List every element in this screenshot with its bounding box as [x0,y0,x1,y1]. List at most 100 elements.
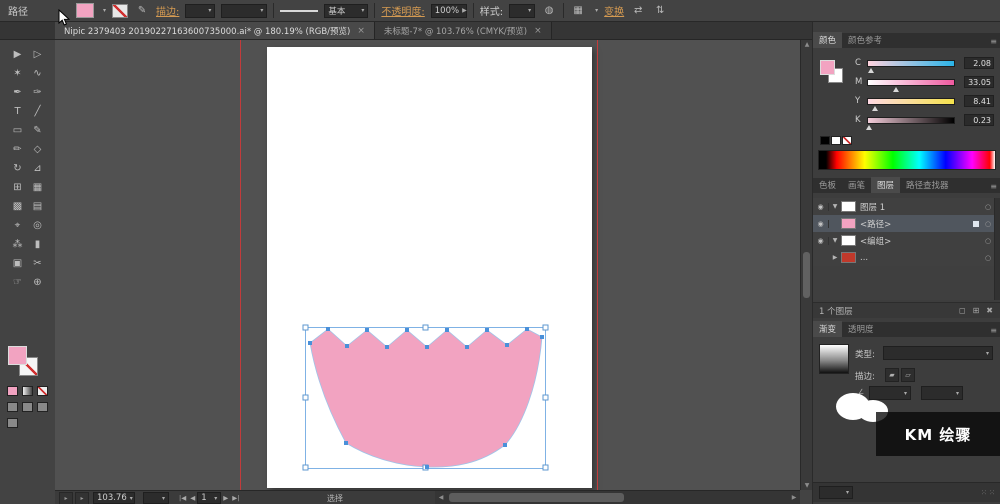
magenta-slider[interactable] [867,79,955,86]
gradient-tool-button[interactable]: ▤ [28,197,48,216]
fill-swatch[interactable] [8,346,27,365]
free-transform-tool-button[interactable]: ▦ [28,178,48,197]
fill-color-swatch[interactable] [76,3,94,18]
anchor-point[interactable] [503,443,507,447]
document-tab-2[interactable]: 未标题-7* @ 103.76% (CMYK/预览) × [375,22,552,39]
mesh-tool-button[interactable]: ▩ [8,197,28,216]
canvas-area[interactable] [55,40,800,490]
variable-width-combo[interactable]: ▾ [221,4,267,18]
visibility-eye-icon[interactable]: ◉ [813,203,829,211]
anchor-point[interactable] [345,344,349,348]
close-icon[interactable]: × [534,26,542,36]
black-slider[interactable] [867,117,955,124]
expand-arrow-icon[interactable]: ▶ [829,254,841,261]
none-mode-button[interactable] [37,386,48,396]
color-mode-button[interactable] [7,386,18,396]
layer-name[interactable]: <路径> [860,218,973,230]
lasso-tool-button[interactable]: ∿ [28,64,48,83]
selection-handle[interactable] [543,465,548,470]
mini-fill-swatch[interactable] [820,60,835,75]
anchor-point[interactable] [485,328,489,332]
anchor-point[interactable] [405,328,409,332]
tab-pathfinder[interactable]: 路径查找器 [900,177,955,193]
slider-handle[interactable] [866,125,872,130]
anchor-point[interactable] [425,465,429,469]
swap-transform-icon[interactable]: ⇄ [630,4,646,18]
selection-handle[interactable] [543,325,548,330]
magic-wand-tool-button[interactable]: ✶ [8,64,28,83]
first-artboard-icon[interactable]: |◀ [179,494,186,502]
brush-definition-combo[interactable]: 基本▾ [324,4,368,18]
tool-hint-combo[interactable]: ▾ [143,492,169,504]
expand-arrow-icon[interactable]: ▼ [829,237,841,244]
tab-gradient[interactable]: 渐变 [813,321,842,337]
anchor-point[interactable] [540,335,544,339]
visibility-eye-icon[interactable]: ◉ [813,220,829,228]
artboard-number-combo[interactable]: 1 ▾ [197,492,221,504]
black-swatch[interactable] [820,136,830,145]
gradient-type-combo[interactable]: ▾ [883,346,993,360]
width-tool-button[interactable]: ⊞ [8,178,28,197]
yellow-value-field[interactable]: 8.41 [964,95,994,107]
document-tab-1[interactable]: Nipic 2379403 20190227163600735000.ai* @… [55,22,375,39]
stroke-pen-icon[interactable]: ✎ [134,4,150,18]
chevron-down-icon[interactable]: ▾ [595,7,598,14]
direct-selection-tool-button[interactable]: ▷ [28,45,48,64]
screen-mode-button[interactable] [7,418,18,428]
shaper-tool-button[interactable]: ◇ [28,140,48,159]
draw-normal-button[interactable] [7,402,18,412]
type-tool-button[interactable]: T [8,102,28,121]
zoom-tool-button[interactable]: ⊕ [28,273,48,292]
color-spectrum-bar[interactable] [818,150,996,170]
layer-row-group[interactable]: ◉ ▼ <编组> ○ [813,232,994,250]
gradient-stroke-within-icon[interactable]: ▰ [885,368,899,382]
tab-swatches[interactable]: 色板 [813,177,842,193]
black-value-field[interactable]: 0.23 [964,114,994,126]
selection-tool-button[interactable]: ▶ [8,45,28,64]
hand-tool-button[interactable]: ☞ [8,273,28,292]
next-artboard-icon[interactable]: ▶ [223,494,228,502]
scroll-left-icon[interactable]: ◀ [435,491,447,504]
new-layer-icon[interactable]: ⊞ [973,306,980,315]
gradient-stroke-along-icon[interactable]: ▱ [901,368,915,382]
selection-handle[interactable] [303,395,308,400]
gradient-angle-combo[interactable]: ▾ [869,386,911,400]
selection-handle[interactable] [303,325,308,330]
rectangle-tool-button[interactable]: ▭ [8,121,28,140]
slider-handle[interactable] [893,87,899,92]
paintbrush-tool-button[interactable]: ✎ [28,121,48,140]
layer-row-sub[interactable]: ▶ ... ○ [813,249,994,267]
draw-behind-button[interactable] [22,402,33,412]
anchor-point[interactable] [326,327,330,331]
visibility-eye-icon[interactable]: ◉ [813,237,829,245]
stroke-none-icon[interactable] [112,4,128,18]
anchor-point[interactable] [365,328,369,332]
layer-row-layer1[interactable]: ◉ ▼ 图层 1 ○ [813,198,994,216]
anchor-point[interactable] [465,345,469,349]
tab-color-guide[interactable]: 颜色参考 [842,32,888,48]
target-circle-icon[interactable]: ○ [982,237,994,245]
tab-transparency[interactable]: 透明度 [842,321,880,337]
anchor-point[interactable] [308,341,312,345]
selection-handle[interactable] [303,465,308,470]
prev-artboard-icon[interactable]: ◀ [190,494,195,502]
status-icon[interactable]: ▸ [59,492,73,504]
cyan-slider[interactable] [867,60,955,67]
layers-scrollbar[interactable] [994,198,1000,300]
anchor-point[interactable] [344,441,348,445]
tab-brushes[interactable]: 画笔 [842,177,871,193]
anchor-point[interactable] [505,343,509,347]
expand-arrow-icon[interactable]: ▼ [829,203,841,210]
vertical-scrollbar[interactable]: ▲ ▼ [800,40,812,490]
chevron-down-icon[interactable]: ▾ [103,7,106,14]
opacity-link[interactable]: 不透明度: [381,3,424,18]
symbol-sprayer-tool-button[interactable]: ⁂ [8,235,28,254]
slider-handle[interactable] [868,68,874,73]
target-circle-icon[interactable]: ○ [982,203,994,211]
panel-resize-handle[interactable]: ⁙ ⁙ [981,489,995,497]
anchor-point[interactable] [385,345,389,349]
column-graph-tool-button[interactable]: ▮ [28,235,48,254]
selection-handle[interactable] [423,325,428,330]
horizontal-scrollbar[interactable]: ◀ ▶ [435,491,800,504]
slice-tool-button[interactable]: ✂ [28,254,48,273]
